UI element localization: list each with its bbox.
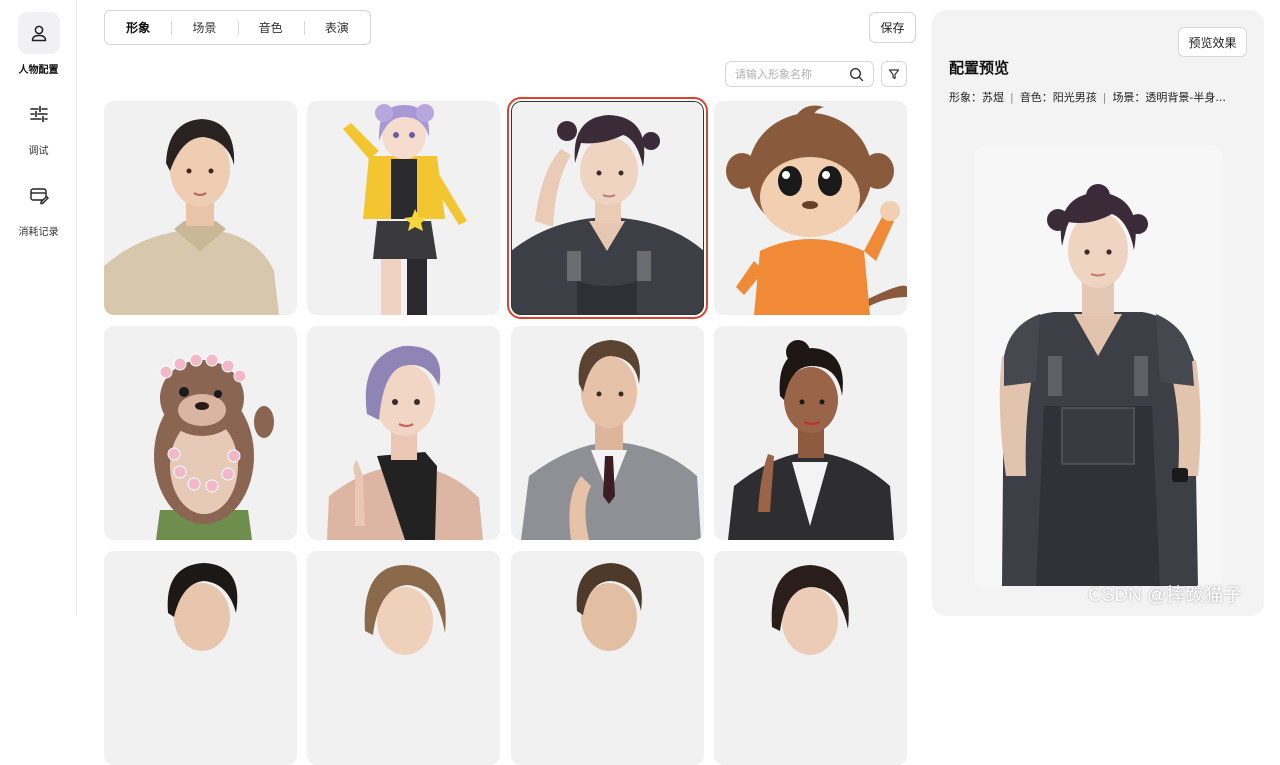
avatar-card-cartoon-monkey[interactable] (714, 101, 907, 315)
avatar-image (154, 353, 274, 540)
sliders-icon (18, 93, 60, 135)
person-icon (17, 12, 60, 54)
sidebar-item-label: 消耗记录 (18, 227, 59, 238)
avatar-card-cartoon-otter[interactable] (104, 326, 297, 540)
preview-avatar-label: 形象：苏煜 (949, 91, 1004, 104)
search-icon[interactable] (849, 67, 864, 86)
search-input[interactable] (735, 67, 847, 81)
avatar-card-anime-girl[interactable] (307, 101, 500, 315)
avatar-image (343, 104, 467, 315)
sidebar-item-usage-records[interactable]: 消耗记录 (0, 174, 77, 238)
tab-scene[interactable]: 场景 (171, 19, 237, 36)
preview-config-summary: 形象：苏煜 | 音色：阳光男孩 | 场景：透明背景-半身... (949, 91, 1226, 104)
preview-effect-button[interactable]: 预览效果 (1178, 27, 1247, 57)
avatar-image (511, 115, 704, 315)
avatar-image (576, 563, 642, 651)
preview-title: 配置预览 (949, 59, 1010, 77)
card-edit-icon (18, 174, 60, 216)
preview-panel: 预览效果 配置预览 形象：苏煜 | 音色：阳光男孩 | 场景：透明背景-半身... (932, 10, 1264, 616)
save-button[interactable]: 保存 (869, 12, 916, 43)
preview-scene-label: 场景：透明背景-半身... (1112, 91, 1226, 104)
sidebar: 人物配置 调试 消耗记录 (0, 0, 77, 616)
avatar-card-woman-short-hair[interactable] (104, 101, 297, 315)
avatar-card-leather-jacket-woman[interactable] (714, 326, 907, 540)
sidebar-item-label: 人物配置 (18, 65, 59, 76)
avatar-card-woman-row3-a[interactable] (307, 551, 500, 765)
tab-performance[interactable]: 表演 (303, 19, 370, 36)
sidebar-item-character-config[interactable]: 人物配置 (0, 12, 77, 76)
watermark: CSDN @摔跤猫子 (1088, 585, 1243, 606)
preview-avatar-image (999, 184, 1201, 586)
filter-icon (888, 65, 900, 84)
avatar-image (167, 563, 238, 651)
avatar-card-purple-hair-woman[interactable] (307, 326, 500, 540)
avatar-card-woman-row3-b[interactable] (714, 551, 907, 765)
avatar-card-suit-man[interactable] (511, 326, 704, 540)
avatar-image (327, 345, 483, 540)
preview-voice-label: 音色：阳光男孩 (1019, 91, 1097, 104)
avatar-card-man-row3-b[interactable] (511, 551, 704, 765)
avatar-image (726, 105, 907, 315)
avatar-image (104, 119, 279, 315)
avatar-image (521, 340, 701, 540)
search-box (725, 61, 874, 87)
sidebar-item-debug[interactable]: 调试 (0, 93, 77, 157)
avatar-card-man-row3[interactable] (104, 551, 297, 765)
avatar-image (771, 565, 849, 655)
avatar-image (728, 340, 894, 540)
preview-canvas (974, 146, 1222, 586)
tab-voice[interactable]: 音色 (237, 19, 304, 36)
tab-avatar[interactable]: 形象 (105, 19, 171, 36)
avatar-image (364, 565, 446, 655)
filter-button[interactable] (881, 61, 907, 87)
category-tabs: 形象 场景 音色 表演 (104, 10, 371, 45)
sidebar-item-label: 调试 (28, 146, 49, 157)
avatar-card-curly-young-man[interactable] (507, 97, 708, 319)
